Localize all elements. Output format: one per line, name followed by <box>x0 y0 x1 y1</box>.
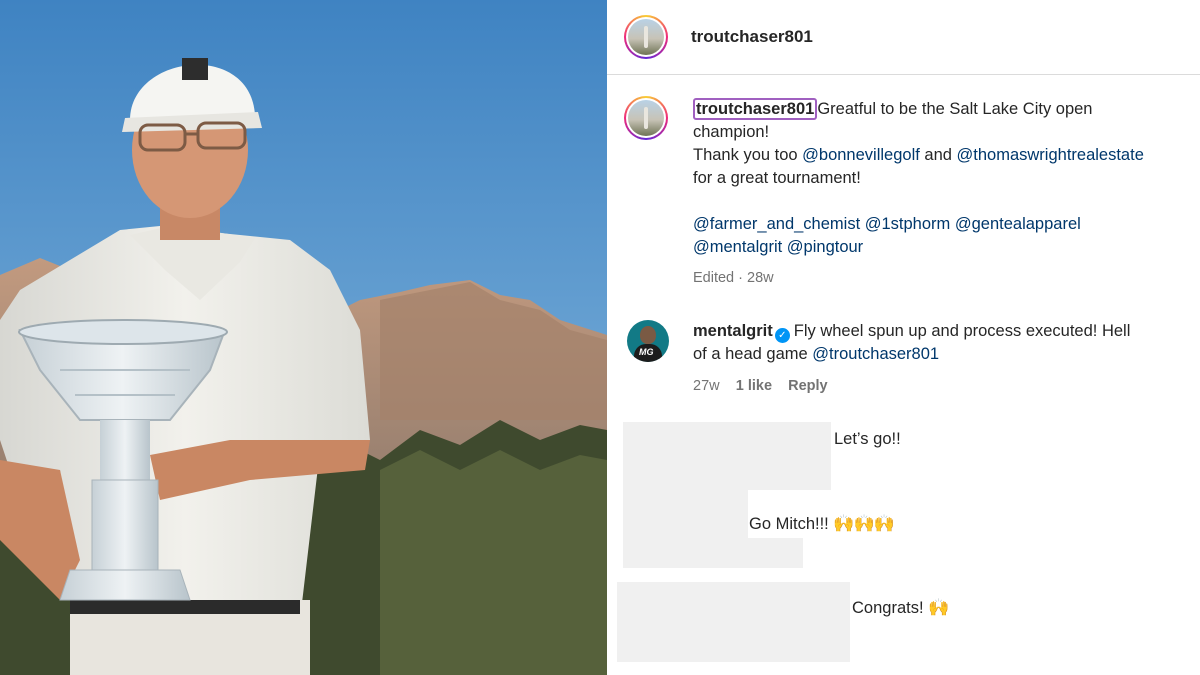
redacted-reply-3 <box>617 582 850 662</box>
post-caption: troutchaser801 Greatful to be the Salt La… <box>693 98 1193 259</box>
raising-hands-icon: 🙌🙌🙌 <box>833 514 895 533</box>
post-age[interactable]: 28w <box>747 270 774 286</box>
comment-text: Fly wheel spun up and process executed! … <box>793 322 1131 340</box>
redacted-reply-2a <box>623 490 748 538</box>
comment-likes[interactable]: 1 like <box>736 378 772 394</box>
caption-line-1: Greatful to be the Salt Lake City open <box>817 100 1093 118</box>
verified-badge-icon: ✓ <box>774 328 790 343</box>
reply-1-text: Let’s go!! <box>834 430 901 448</box>
golfer-trophy-image <box>0 0 607 675</box>
post-header: troutchaser801 <box>607 0 1200 75</box>
comment-mention[interactable]: @troutchaser801 <box>812 345 939 363</box>
caption-thanks-middle: and <box>919 146 957 164</box>
author-username[interactable]: troutchaser801 <box>691 27 813 47</box>
reply-2: Go Mitch!!! 🙌🙌🙌 <box>749 514 895 534</box>
mention-mentalgrit[interactable]: @mentalgrit <box>693 238 782 256</box>
caption-username[interactable]: troutchaser801 <box>693 98 818 120</box>
comment-username[interactable]: mentalgrit <box>693 322 773 340</box>
caption-thanks-suffix: for a great tournament! <box>693 169 861 187</box>
mention-thomaswrightrealestate[interactable]: @thomaswrightrealestate <box>957 146 1144 164</box>
caption-avatar[interactable] <box>624 96 668 140</box>
comment-meta: 27w 1 like Reply <box>693 378 828 394</box>
mention-bonnevillegolf[interactable]: @bonnevillegolf <box>802 146 920 164</box>
raising-hands-icon: 🙌 <box>928 598 949 617</box>
mention-1stphorm[interactable]: @1stphorm <box>865 215 951 233</box>
redacted-reply-1 <box>623 422 831 490</box>
comment: mentalgrit ✓ Fly wheel spun up and process… <box>693 320 1193 366</box>
mention-gentealapparel[interactable]: @gentealapparel <box>955 215 1081 233</box>
post-photo[interactable] <box>0 0 607 675</box>
edited-label: Edited <box>693 270 735 286</box>
reply-3-text: Congrats! <box>852 599 929 617</box>
reply-3: Congrats! 🙌 <box>852 598 949 618</box>
caption-thanks-prefix: Thank you too <box>693 146 803 164</box>
redacted-reply-2b <box>623 538 803 568</box>
reply-2-text: Go Mitch!!! <box>749 515 834 533</box>
mg-logo-icon: MG <box>639 347 654 357</box>
caption-line-2: champion! <box>693 123 770 141</box>
reply-1: Let’s go!! <box>834 430 901 449</box>
commenter-avatar[interactable]: MG <box>627 320 669 362</box>
caption-meta: Edited · 28w <box>693 270 774 286</box>
comment-age: 27w <box>693 378 720 394</box>
mention-pingtour[interactable]: @pingtour <box>787 238 863 256</box>
comment-text-2: of a head game <box>693 345 813 363</box>
reply-button[interactable]: Reply <box>788 378 828 394</box>
post-panel: troutchaser801 troutchaser801 Greatful to… <box>607 0 1200 675</box>
author-avatar[interactable] <box>624 15 668 59</box>
mention-farmer-and-chemist[interactable]: @farmer_and_chemist <box>693 215 860 233</box>
